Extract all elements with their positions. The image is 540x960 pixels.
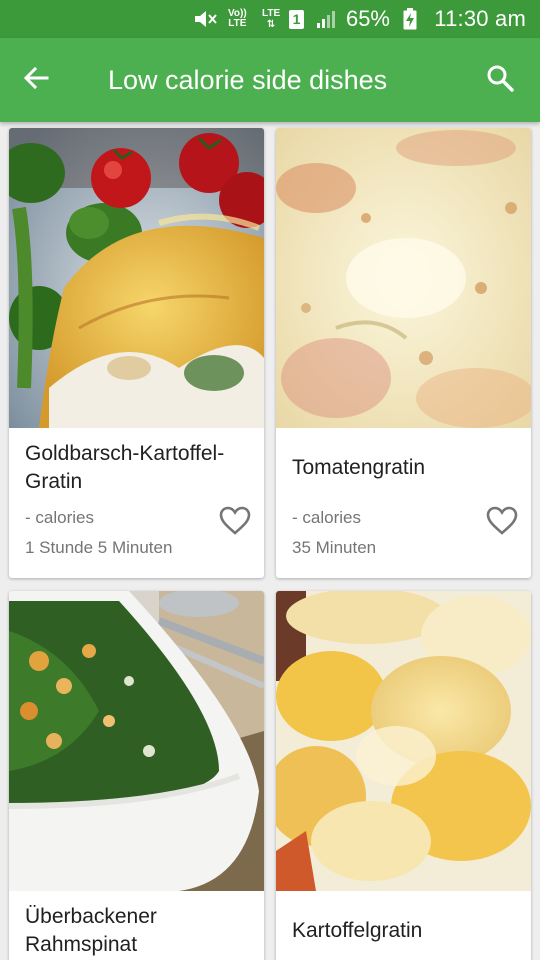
recipe-card[interactable]: Goldbarsch-Kartoffel-Gratin - calories 1… (9, 128, 264, 578)
signal-icon (316, 0, 338, 38)
potato-gratin-photo (276, 591, 531, 891)
recipe-card[interactable]: Überbackener Rahmspinat (9, 591, 264, 960)
heart-outline-icon (486, 506, 518, 541)
arrow-left-icon (22, 64, 50, 97)
tomato-gratin-photo (276, 128, 531, 428)
recipe-grid: Goldbarsch-Kartoffel-Gratin - calories 1… (0, 122, 540, 960)
recipe-card[interactable]: Kartoffelgratin (276, 591, 531, 960)
battery-percent: 65% (345, 6, 390, 31)
app-bar: Low calorie side dishes (0, 38, 540, 122)
creamed-spinach-bake-photo (9, 591, 264, 891)
recipe-title: Goldbarsch-Kartoffel-Gratin (25, 442, 225, 493)
recipe-calories: - calories (292, 508, 361, 527)
battery-charging-icon (403, 0, 417, 38)
page-title: Low calorie side dishes (108, 65, 388, 95)
lte-data-icon: LTE ⇅ (262, 8, 281, 30)
recipe-card[interactable]: Tomatengratin - calories 35 Minuten (276, 128, 531, 578)
mute-icon (193, 0, 219, 38)
search-icon (486, 64, 514, 97)
heart-outline-icon (219, 506, 251, 541)
fish-potato-gratin-photo (9, 128, 264, 428)
recipe-duration: 35 Minuten (292, 538, 377, 557)
status-bar: Vo)) LTE LTE ⇅ 1 65% 11:30 am (0, 0, 540, 38)
recipe-title: Kartoffelgratin (292, 919, 423, 942)
search-button[interactable] (474, 54, 526, 106)
favorite-button[interactable] (218, 506, 252, 540)
back-button[interactable] (10, 54, 62, 106)
recipe-duration: 1 Stunde 5 Minuten (25, 538, 173, 557)
recipe-title: Tomatengratin (292, 456, 426, 479)
recipe-title: Überbackener Rahmspinat (25, 905, 157, 956)
volte-icon: Vo)) LTE (228, 8, 247, 29)
favorite-button[interactable] (485, 506, 519, 540)
sim-slot-badge: 1 (289, 0, 304, 38)
recipe-calories: - calories (25, 508, 94, 527)
clock: 11:30 am (434, 6, 526, 31)
